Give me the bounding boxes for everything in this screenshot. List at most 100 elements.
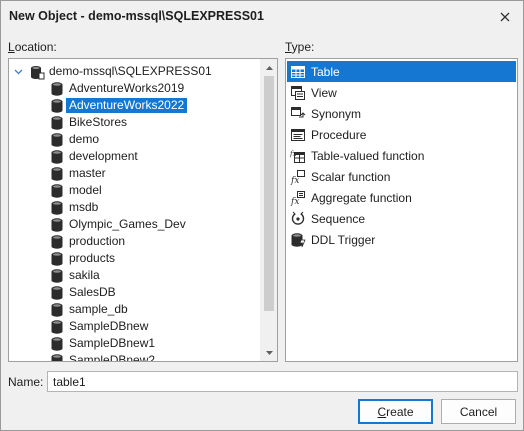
database-icon [49,217,65,233]
database-label: development [69,149,138,163]
database-icon [49,302,65,318]
cancel-button[interactable]: Cancel [441,399,516,424]
scroll-up-arrow-icon[interactable] [261,59,277,76]
synonym-icon [290,106,306,122]
type-item-synonym[interactable]: Synonym [287,103,516,124]
type-item-label: Scalar function [311,169,391,184]
type-item-procedure[interactable]: Procedure [287,124,516,145]
database-label: demo [69,132,100,146]
database-icon [49,234,65,250]
aggregate-function-icon: fx [290,190,306,206]
scroll-down-arrow-icon[interactable] [261,344,277,361]
type-item-label: Sequence [311,211,366,226]
tree-item-database[interactable]: sakila [49,267,103,284]
svg-text:fx: fx [290,150,297,158]
sequence-icon [290,211,306,227]
type-item-ddl-trigger[interactable]: DDL Trigger [287,229,516,250]
database-icon [49,319,65,335]
location-tree-list: demo-mssql\SQLEXPRESS01 AdventureWorks20… [9,59,260,361]
database-icon [49,149,65,165]
database-icon [49,336,65,352]
tree-item-database[interactable]: production [49,233,128,250]
database-label: sample_db [69,302,128,316]
database-label: AdventureWorks2019 [69,81,185,95]
database-icon [49,200,65,216]
scalar-function-icon: fx [290,169,306,185]
tree-item-database[interactable]: sample_db [49,301,131,318]
title-bar: New Object - demo-mssql\SQLEXPRESS01 [1,1,523,33]
database-label: SalesDB [69,285,116,299]
database-label: AdventureWorks2022 [66,98,188,113]
table-valued-function-icon: fx [290,148,306,164]
tree-scrollbar[interactable] [260,59,277,361]
database-label: msdb [69,200,99,214]
svg-text:fx: fx [290,197,299,206]
server-label: demo-mssql\SQLEXPRESS01 [49,64,212,78]
type-item-label: View [311,85,337,100]
tree-item-database[interactable]: master [49,165,109,182]
database-icon [49,115,65,131]
type-item-scalar-function[interactable]: fx Scalar function [287,166,516,187]
new-object-dialog: New Object - demo-mssql\SQLEXPRESS01 Loc… [0,0,524,431]
collapse-chevron-icon[interactable] [13,67,23,77]
tree-item-database[interactable]: AdventureWorks2019 [49,80,187,97]
server-icon [29,64,45,80]
database-label: production [69,234,126,248]
type-item-table[interactable]: Table [287,61,516,82]
view-icon [290,85,306,101]
tree-item-database[interactable]: SampleDBnew [49,318,151,335]
database-label: model [69,183,102,197]
ddl-trigger-icon [290,232,306,248]
tree-item-database[interactable]: products [49,250,118,267]
type-item-label: Table-valued function [311,148,425,163]
database-icon [49,251,65,267]
location-tree[interactable]: demo-mssql\SQLEXPRESS01 AdventureWorks20… [8,58,278,362]
tree-item-database[interactable]: SalesDB [49,284,119,301]
tree-item-database[interactable]: SampleDBnew2 [49,352,158,361]
type-item-label: Aggregate function [311,190,412,205]
procedure-icon [290,127,306,143]
database-icon [49,166,65,182]
tree-item-database[interactable]: demo [49,131,102,148]
database-icon [49,132,65,148]
database-label: SampleDBnew [69,319,149,333]
database-icon [49,285,65,301]
tree-item-database[interactable]: model [49,182,105,199]
type-item-label: Synonym [311,106,362,121]
database-label: master [69,166,106,180]
database-icon [49,268,65,284]
close-button[interactable] [495,7,515,27]
type-item-label: Table [311,64,340,79]
type-item-view[interactable]: View [287,82,516,103]
type-item-label: DDL Trigger [311,232,376,247]
database-label: BikeStores [69,115,128,129]
database-icon [49,81,65,97]
tree-item-database[interactable]: development [49,148,141,165]
database-label: sakila [69,268,100,282]
tree-item-database[interactable]: AdventureWorks2022 [49,97,188,114]
name-input[interactable] [47,371,518,392]
tree-item-server[interactable]: demo-mssql\SQLEXPRESS01 [29,63,215,80]
type-item-label: Procedure [311,127,367,142]
type-item-sequence[interactable]: Sequence [287,208,516,229]
create-button[interactable]: Create [358,399,433,424]
database-label: Olympic_Games_Dev [69,217,186,231]
scroll-thumb[interactable] [264,76,274,311]
type-item-table-valued-function[interactable]: fx Table-valued function [287,145,516,166]
tree-item-database[interactable]: Olympic_Games_Dev [49,216,189,233]
type-list[interactable]: Table View Synonym Procedure fx Table-valued … [285,58,518,362]
table-icon [290,64,306,80]
type-label: Type: [285,40,315,54]
database-label: SampleDBnew1 [69,336,156,350]
database-icon [49,98,65,114]
tree-item-database[interactable]: SampleDBnew1 [49,335,158,352]
name-label: Name: [8,375,44,389]
location-label: Location: [8,40,57,54]
database-icon [49,183,65,199]
type-item-aggregate-function[interactable]: fx Aggregate function [287,187,516,208]
close-icon [500,12,510,22]
tree-item-database[interactable]: BikeStores [49,114,130,131]
database-label: products [69,251,116,265]
tree-item-database[interactable]: msdb [49,199,101,216]
dialog-title: New Object - demo-mssql\SQLEXPRESS01 [9,9,264,23]
